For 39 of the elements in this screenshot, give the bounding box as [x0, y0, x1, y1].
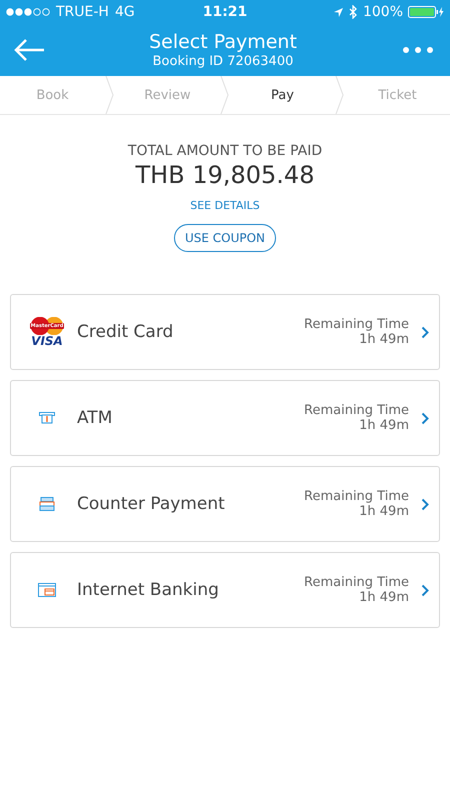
- use-coupon-button[interactable]: USE COUPON: [174, 224, 276, 252]
- battery-percentage: 100%: [362, 4, 404, 20]
- remaining-time-value: 1h 49m: [359, 332, 409, 347]
- bluetooth-icon: [348, 5, 358, 19]
- payment-method-name: ATM: [77, 408, 114, 428]
- payment-method-name: Internet Banking: [77, 580, 220, 600]
- see-details-link[interactable]: SEE DETAILS: [190, 199, 260, 212]
- payment-method-name: Counter Payment: [77, 494, 226, 514]
- clock: 11:21: [202, 4, 248, 20]
- booking-id: Booking ID 72063400: [152, 54, 294, 69]
- browser-card-icon: [38, 583, 56, 597]
- chevron-right-icon: [421, 412, 429, 424]
- remaining-time-value: 1h 49m: [359, 504, 409, 519]
- payment-method-card[interactable]: ATM Remaining Time 1h 49m: [10, 380, 440, 456]
- chevron-right-icon: [421, 326, 429, 338]
- counter-icon: [39, 497, 55, 511]
- signal-icon: [6, 8, 50, 16]
- back-button[interactable]: [14, 38, 46, 62]
- total-amount: THB 19,805.48: [136, 161, 314, 189]
- remaining-time-value: 1h 49m: [359, 590, 409, 605]
- network-label: 4G: [114, 4, 135, 20]
- chevron-right-icon: [421, 498, 429, 510]
- more-button[interactable]: [400, 45, 436, 55]
- chevron-right-icon: [421, 584, 429, 596]
- carrier-label: TRUE-H: [56, 4, 109, 20]
- battery-icon: [408, 6, 444, 18]
- location-icon: [332, 6, 344, 18]
- page-title: Select Payment: [149, 31, 297, 53]
- atm-icon: [39, 412, 55, 424]
- remaining-time-label: Remaining Time: [304, 317, 409, 332]
- remaining-time-label: Remaining Time: [304, 403, 409, 418]
- remaining-time-label: Remaining Time: [304, 489, 409, 504]
- payment-method-name: Credit Card: [77, 322, 174, 342]
- remaining-time-value: 1h 49m: [359, 418, 409, 433]
- payment-method-card[interactable]: Counter Payment Remaining Time 1h 49m: [10, 466, 440, 542]
- payment-method-card[interactable]: Internet Banking Remaining Time 1h 49m: [10, 552, 440, 628]
- remaining-time-label: Remaining Time: [304, 575, 409, 590]
- total-label: TOTAL AMOUNT TO BE PAID: [128, 143, 322, 159]
- visa-logo: VISA: [31, 335, 63, 347]
